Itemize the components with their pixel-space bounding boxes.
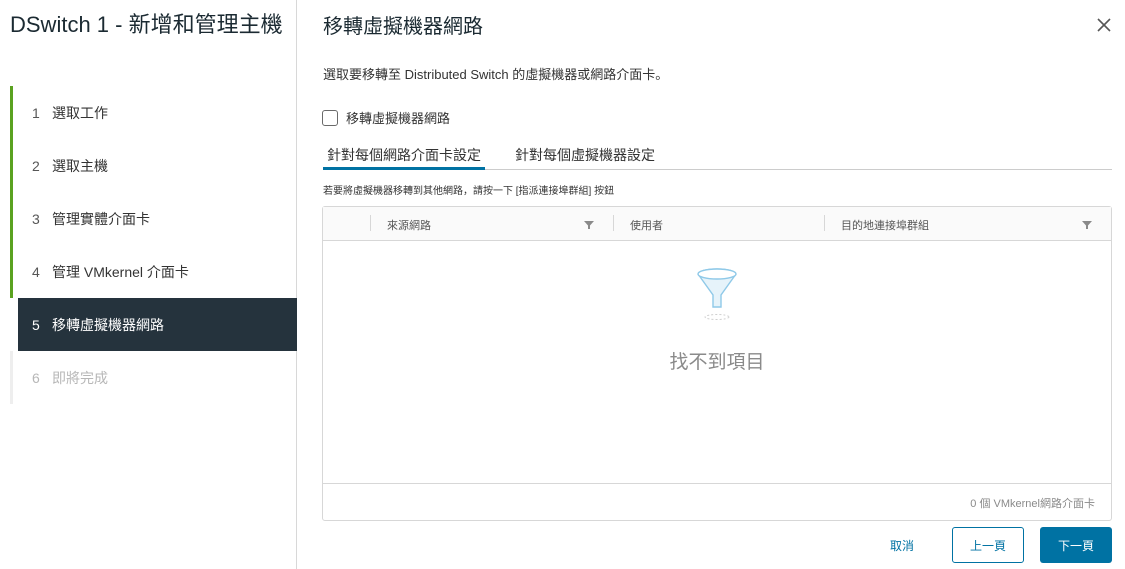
empty-filter-funnel-icon: [697, 268, 737, 320]
next-button[interactable]: 下一頁: [1040, 527, 1112, 563]
step-manage-vmkernel-adapters[interactable]: 4 管理 VMkernel 介面卡: [10, 245, 297, 298]
step-label: 管理 VMkernel 介面卡: [52, 263, 189, 280]
column-header-destination-port-group[interactable]: 目的地連接埠群組: [841, 217, 929, 233]
migrate-vm-networking-checkbox[interactable]: [322, 109, 338, 126]
tab-per-network-adapter[interactable]: 針對每個網路介面卡設定: [323, 140, 485, 170]
adapter-count: 0 個 VMkernel網路介面卡: [970, 498, 1095, 510]
column-header-source-network[interactable]: 來源網路: [387, 217, 431, 233]
wizard-sidebar: DSwitch 1 - 新增和管理主機 1 選取工作 2 選取主機 3 管理實體…: [0, 0, 297, 569]
page-description: 選取要移轉至 Distributed Switch 的虛擬機器或網路介面卡。: [323, 67, 669, 82]
step-label: 選取主機: [52, 157, 108, 174]
step-select-task[interactable]: 1 選取工作: [10, 86, 297, 139]
tab-bar: 針對每個網路介面卡設定 針對每個虛擬機器設定: [323, 140, 1112, 170]
step-label: 選取工作: [52, 104, 108, 121]
step-number: 5: [32, 316, 40, 333]
step-ready-to-complete: 6 即將完成: [10, 351, 297, 404]
close-icon[interactable]: [1095, 16, 1113, 34]
column-separator: [824, 215, 825, 231]
filter-icon[interactable]: [1082, 220, 1092, 230]
step-number: 4: [32, 263, 40, 280]
column-separator: [370, 215, 371, 231]
step-migrate-vm-networking[interactable]: 5 移轉虛擬機器網路: [18, 298, 297, 351]
step-manage-physical-adapters[interactable]: 3 管理實體介面卡: [10, 192, 297, 245]
step-number: 6: [32, 369, 40, 386]
wizard-title: DSwitch 1 - 新增和管理主機: [10, 12, 283, 37]
step-number: 2: [32, 157, 40, 174]
step-label: 管理實體介面卡: [52, 210, 150, 227]
empty-state-text: 找不到項目: [669, 352, 765, 373]
grid-footer: 0 個 VMkernel網路介面卡: [323, 483, 1111, 520]
filter-icon[interactable]: [584, 220, 594, 230]
step-number: 1: [32, 104, 40, 121]
step-label: 移轉虛擬機器網路: [52, 316, 164, 333]
step-number: 3: [32, 210, 40, 227]
wizard-main: 移轉虛擬機器網路 選取要移轉至 Distributed Switch 的虛擬機器…: [298, 0, 1125, 569]
wizard-steps: 1 選取工作 2 選取主機 3 管理實體介面卡 4 管理 VMkernel 介面…: [10, 86, 297, 404]
column-separator: [613, 215, 614, 231]
cancel-button[interactable]: 取消: [867, 527, 937, 563]
column-header-user[interactable]: 使用者: [630, 217, 663, 233]
tab-per-virtual-machine[interactable]: 針對每個虛擬機器設定: [511, 140, 659, 170]
network-adapters-grid: 來源網路 使用者 目的地連接埠群組 找不到項目 0 個 VMkernel網路介面…: [322, 206, 1112, 521]
back-button[interactable]: 上一頁: [952, 527, 1024, 563]
step-label: 即將完成: [52, 369, 108, 386]
checkbox-label: 移轉虛擬機器網路: [346, 111, 451, 126]
grid-header: 來源網路 使用者 目的地連接埠群組: [323, 207, 1111, 241]
hint-text: 若要將虛擬機器移轉到其他網路，請按一下 [指派連接埠群組] 按鈕: [323, 186, 615, 197]
migrate-vm-networking-checkbox-row[interactable]: 移轉虛擬機器網路: [322, 108, 450, 127]
step-select-hosts[interactable]: 2 選取主機: [10, 139, 297, 192]
page-title: 移轉虛擬機器網路: [323, 16, 483, 38]
